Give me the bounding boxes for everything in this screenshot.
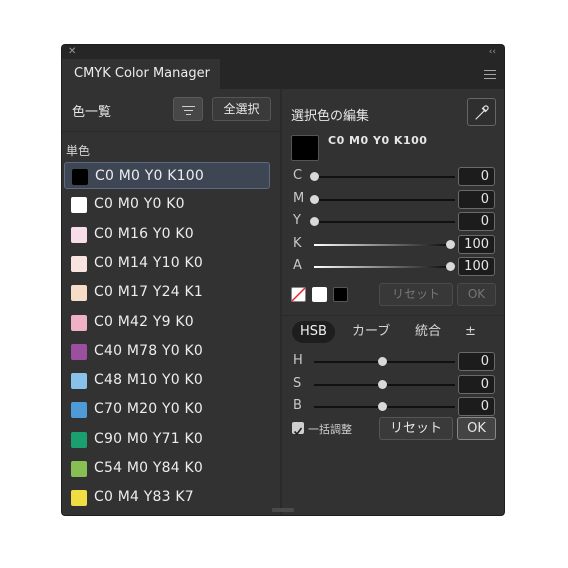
color-swatch xyxy=(71,402,87,419)
cmyk-value-field[interactable]: 0 xyxy=(458,212,495,231)
color-label: C70 M20 Y0 K0 xyxy=(94,401,203,418)
column-divider xyxy=(280,89,282,515)
list-item[interactable]: C0 M16 Y0 K0 xyxy=(64,221,270,248)
color-swatch xyxy=(71,255,87,272)
slash-icon xyxy=(291,287,306,302)
color-swatch xyxy=(71,314,87,331)
hsb-value-field[interactable]: 0 xyxy=(458,397,495,416)
cmyk-slider-track[interactable] xyxy=(314,198,455,201)
mode-divider xyxy=(282,315,504,316)
tab-hsb[interactable]: HSB xyxy=(292,321,335,343)
panel-content: 色一覧 全選択 単色 C0 M0 Y0 K100 C0 M0 Y0 K0 C0 M1… xyxy=(62,45,504,515)
hsb-slider-thumb[interactable] xyxy=(378,402,387,411)
color-swatch xyxy=(71,285,87,302)
no-color-swatch[interactable] xyxy=(291,287,306,302)
list-item[interactable]: C0 M0 Y0 K100 xyxy=(64,162,270,189)
filter-icon xyxy=(182,106,195,107)
color-label: C0 M0 Y0 K0 xyxy=(94,196,185,213)
color-swatch xyxy=(71,490,87,507)
color-label: C0 M14 Y10 K0 xyxy=(94,254,203,271)
cmyk-value-field[interactable]: 100 xyxy=(458,257,495,276)
cmyk-slider-track[interactable] xyxy=(314,243,455,246)
cmyk-value-field[interactable]: 0 xyxy=(458,167,495,186)
bulk-adjust-label: 一括調整 xyxy=(308,423,352,436)
list-item[interactable]: C0 M4 Y83 K7 xyxy=(64,484,270,511)
cmyk-slider-label: M xyxy=(293,190,305,206)
color-label: C0 M4 Y83 K7 xyxy=(94,489,194,506)
tab-curve[interactable]: カーブ xyxy=(352,321,390,343)
tab-merge[interactable]: 統合 xyxy=(415,321,441,343)
list-item[interactable]: C70 M20 Y0 K0 xyxy=(64,396,270,423)
check-icon xyxy=(293,427,303,436)
list-item[interactable]: C0 M0 Y0 K0 xyxy=(64,191,270,218)
list-item[interactable]: C54 M0 Y84 K0 xyxy=(64,455,270,482)
color-label: C90 M0 Y71 K0 xyxy=(94,430,203,447)
list-item[interactable]: C0 M42 Y9 K0 xyxy=(64,309,270,336)
hsb-value-field[interactable]: 0 xyxy=(458,352,495,371)
cmyk-slider-label: C xyxy=(293,168,303,183)
edit-selected-color-title: 選択色の編集 xyxy=(291,109,370,124)
cmyk-slider-thumb[interactable] xyxy=(310,172,319,181)
section-label-solid: 単色 xyxy=(66,144,91,158)
color-label: C0 M17 Y24 K1 xyxy=(94,284,203,301)
black-swatch[interactable] xyxy=(333,287,348,302)
hsb-slider-label: B xyxy=(293,398,302,413)
cmyk-slider-thumb[interactable] xyxy=(310,217,319,226)
color-label: C0 M16 Y0 K0 xyxy=(94,225,194,242)
color-swatch xyxy=(71,461,87,477)
cmyk-slider-track[interactable] xyxy=(314,221,455,223)
color-label: C0 M42 Y9 K0 xyxy=(94,313,194,330)
cmyk-slider-label: A xyxy=(293,258,302,273)
cmyk-slider-thumb[interactable] xyxy=(446,262,455,271)
color-label: C48 M10 Y0 K0 xyxy=(94,372,203,389)
cmyk-slider-label: Y xyxy=(293,213,301,228)
color-label: C0 M0 Y0 K100 xyxy=(95,168,204,184)
cmyk-value-field[interactable]: 0 xyxy=(458,189,495,209)
list-item[interactable]: C40 M78 Y0 K0 xyxy=(64,338,270,365)
list-header-divider xyxy=(62,131,280,132)
list-item[interactable]: C90 M0 Y71 K0 xyxy=(64,426,270,453)
white-swatch[interactable] xyxy=(312,287,327,302)
eyedropper-icon xyxy=(475,105,489,120)
color-list-title: 色一覧 xyxy=(72,105,112,120)
cmyk-slider-label: K xyxy=(293,235,302,251)
eyedropper-button[interactable] xyxy=(467,98,496,126)
color-label: C54 M0 Y84 K0 xyxy=(94,460,203,476)
cmyk-slider-track[interactable] xyxy=(314,176,455,178)
ok-cmyk-button[interactable]: OK xyxy=(457,283,496,306)
current-color-label: C0 M0 Y0 K100 xyxy=(328,134,428,147)
tab-plus-minus[interactable]: ± xyxy=(465,321,476,343)
reset-hsb-button[interactable]: リセット xyxy=(379,417,453,440)
filter-button[interactable] xyxy=(173,97,203,121)
cmyk-slider-thumb[interactable] xyxy=(310,194,319,204)
hsb-slider-thumb[interactable] xyxy=(378,379,387,389)
hsb-slider-label: S xyxy=(293,375,302,391)
color-label: C40 M78 Y0 K0 xyxy=(94,342,203,359)
color-swatch xyxy=(71,197,87,214)
color-swatch xyxy=(72,169,88,185)
list-item[interactable]: C0 M14 Y10 K0 xyxy=(64,250,270,277)
hsb-value-field[interactable]: 0 xyxy=(458,374,495,394)
cmyk-value-field[interactable]: 100 xyxy=(458,234,495,254)
ok-hsb-button[interactable]: OK xyxy=(457,417,496,440)
resize-grip[interactable] xyxy=(272,508,294,512)
hsb-slider-thumb[interactable] xyxy=(378,357,387,366)
hsb-slider-label: H xyxy=(293,353,303,368)
list-item[interactable]: C0 M17 Y24 K1 xyxy=(64,279,270,306)
color-swatch xyxy=(71,431,87,448)
reset-cmyk-button[interactable]: リセット xyxy=(379,283,453,306)
current-color-swatch xyxy=(291,135,319,161)
select-all-button[interactable]: 全選択 xyxy=(212,97,271,121)
bulk-adjust-checkbox[interactable] xyxy=(292,422,304,436)
color-swatch xyxy=(71,373,87,390)
list-item[interactable]: C48 M10 Y0 K0 xyxy=(64,367,270,394)
color-swatch xyxy=(71,226,87,243)
cmyk-slider-thumb[interactable] xyxy=(446,239,455,249)
color-swatch xyxy=(71,343,87,360)
cmyk-slider-track[interactable] xyxy=(314,266,455,268)
